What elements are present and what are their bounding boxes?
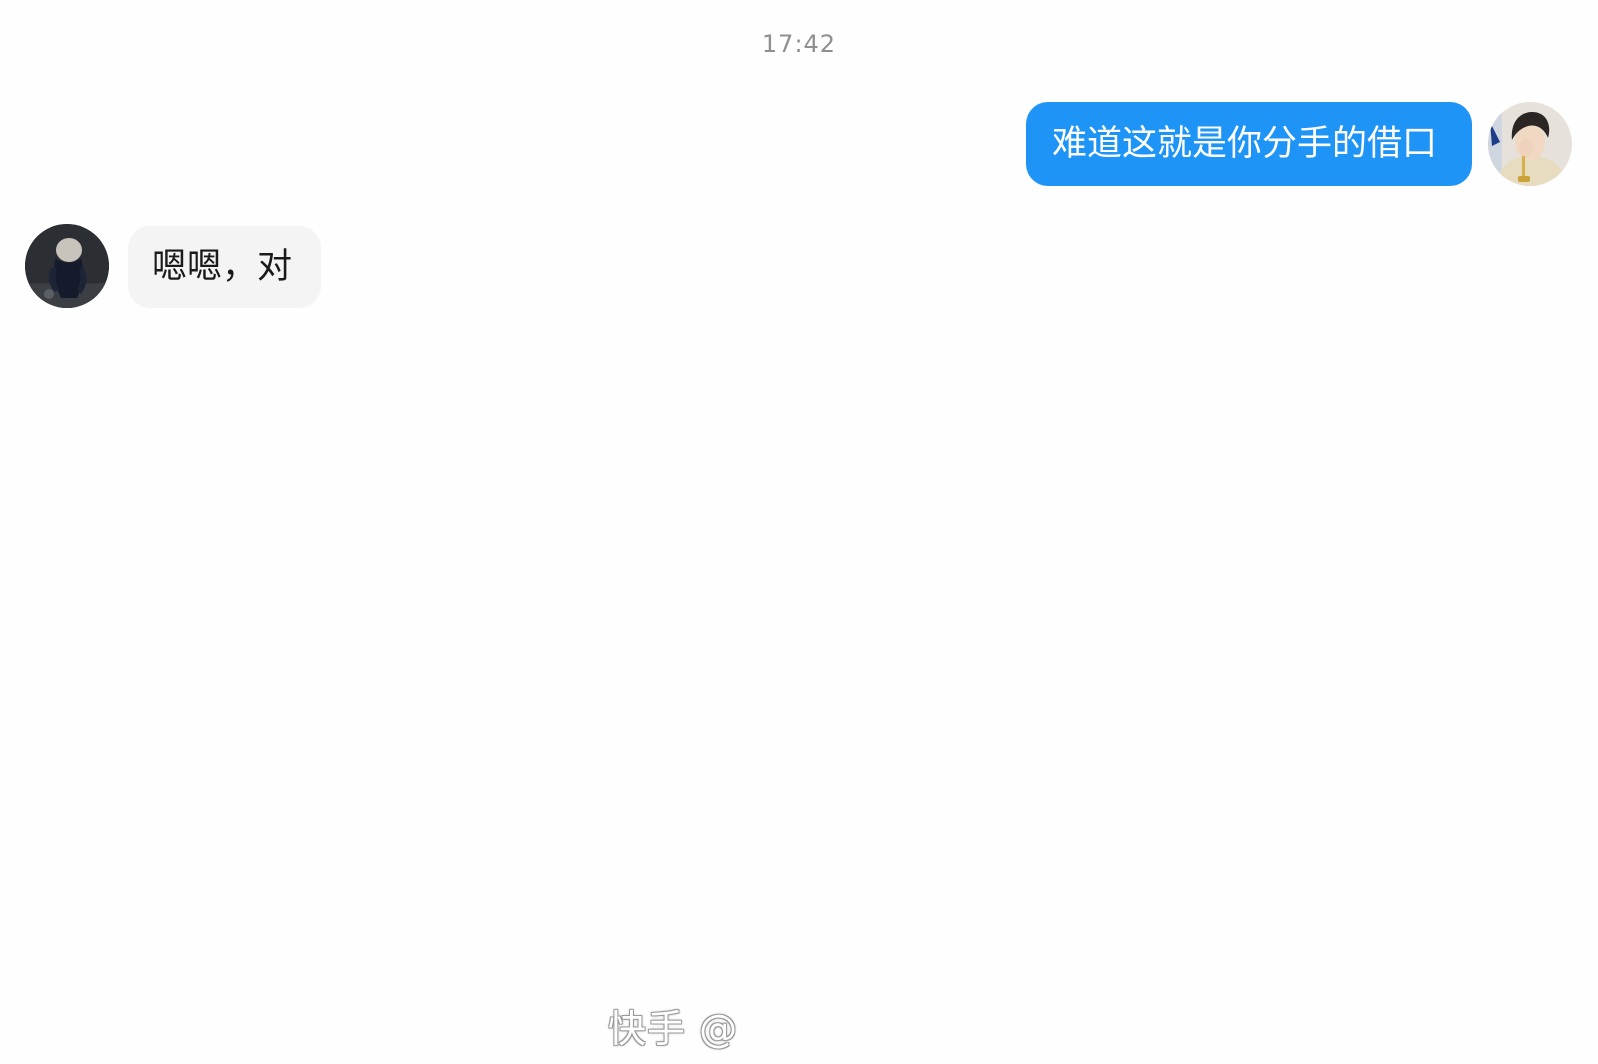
user-photo-avatar [1488,102,1572,186]
user-avatar[interactable] [1488,102,1572,186]
watermark-text: 快手 @ [608,1007,739,1051]
received-message-bubble[interactable]: 嗯嗯，对 [128,226,321,308]
sent-message-bubble[interactable]: 难道这就是你分手的借口 [1026,102,1472,186]
chat-screen: 17:42 难道这就是你分手的借口 嗯嗯，对 快手 @ [0,0,1598,1064]
contact-photo-avatar [25,224,109,308]
message-timestamp: 17:42 [761,30,837,58]
contact-avatar[interactable] [25,224,109,308]
